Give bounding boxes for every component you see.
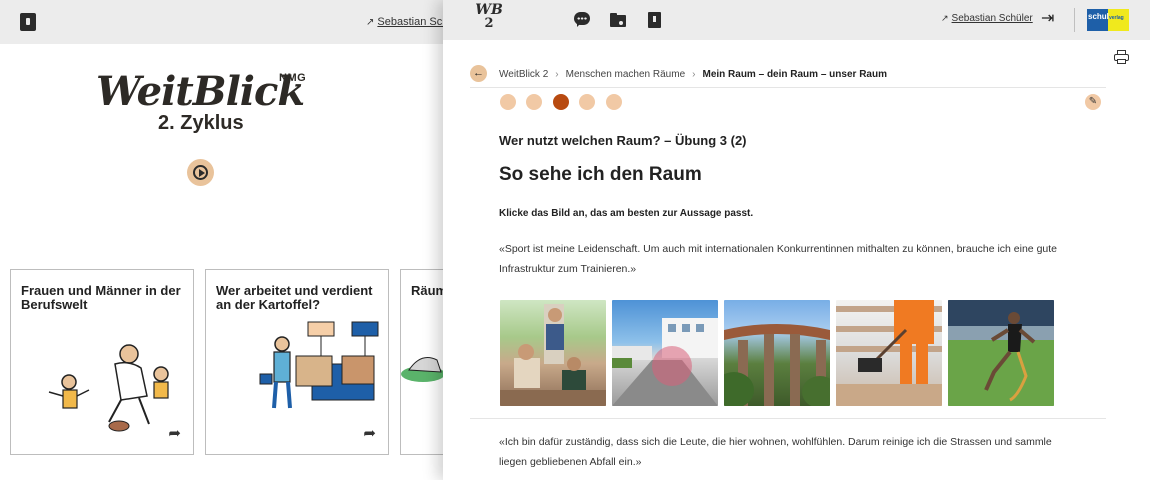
card-arrow-icon: ➦ <box>363 425 376 442</box>
weitblick-logo: WeitBlick NMG 2. Zyklus <box>96 68 356 134</box>
chevron-right-icon: › <box>555 69 559 80</box>
chevron-right-icon: › <box>692 69 696 80</box>
user-link[interactable]: ↗ Sebastian Schüler <box>941 13 1033 24</box>
chat-icon[interactable] <box>574 12 590 28</box>
back-button[interactable]: ← <box>470 65 487 82</box>
external-link-icon: ↗ <box>941 13 949 23</box>
photo-railway-viaduct[interactable] <box>724 300 830 406</box>
print-icon[interactable] <box>1114 50 1129 64</box>
step-dot-2[interactable] <box>526 94 542 110</box>
weitblick-2-logo[interactable]: WB 2 <box>469 3 509 30</box>
step-dot-4[interactable] <box>579 94 595 110</box>
exercise-panel: WB 2 ↗ Sebastian Schüler ⇥ schul verlag ←… <box>443 0 1150 480</box>
card-title: Wer arbeitet und verdient an der Kartoff… <box>216 283 373 312</box>
quote-text: «Ich bin dafür zuständig, dass sich die … <box>499 436 1052 468</box>
breadcrumb-item[interactable]: Menschen machen Räume <box>566 69 686 80</box>
quote-text: «Sport ist meine Leidenschaft. Um auch m… <box>499 243 1058 275</box>
divider <box>470 87 1106 88</box>
photo-family-stairs[interactable] <box>500 300 606 406</box>
step-dot-5[interactable] <box>606 94 622 110</box>
topbar-divider <box>1074 8 1075 32</box>
topic-card-kartoffel[interactable]: Wer arbeitet und verdient an der Kartoff… <box>205 269 389 455</box>
divider <box>470 418 1106 419</box>
folder-icon[interactable] <box>610 12 626 28</box>
topic-card-berufswelt[interactable]: Frauen und Männer in der Berufswelt ➦ <box>10 269 194 455</box>
card-arrow-icon: ➦ <box>168 425 181 442</box>
step-dot-3-active[interactable] <box>553 94 569 110</box>
exercise-subtitle: Wer nutzt welchen Raum? – Übung 3 (2) <box>499 133 747 148</box>
photo-para-athlete[interactable] <box>948 300 1054 406</box>
breadcrumb: WeitBlick 2 › Menschen machen Räume › Mein R… <box>499 69 887 80</box>
panel-topbar: WB 2 ↗ Sebastian Schüler ⇥ schul verlag <box>443 0 1150 40</box>
card-illustration <box>48 344 169 432</box>
breadcrumb-current: Mein Raum – dein Raum – unser Raum <box>702 69 887 80</box>
external-link-icon: ↗ <box>366 17 375 28</box>
play-video-button[interactable] <box>187 159 214 186</box>
tools-icon[interactable]: ✎ <box>1085 94 1101 110</box>
schulverlag-logo[interactable]: schul verlag <box>1087 9 1129 31</box>
step-dot-1[interactable] <box>500 94 516 110</box>
exercise-title: So sehe ich den Raum <box>499 164 702 185</box>
book-icon[interactable] <box>647 12 663 28</box>
photo-residential-street[interactable] <box>612 300 718 406</box>
logo-superscript: NMG <box>279 72 307 84</box>
background-user-link[interactable]: ↗ Sebastian Schü <box>366 16 454 28</box>
logo-text: WeitBlick <box>96 68 305 115</box>
logo-subtitle: 2. Zyklus <box>158 112 244 134</box>
breadcrumb-item[interactable]: WeitBlick 2 <box>499 69 548 80</box>
book-icon[interactable] <box>20 13 36 31</box>
card-title: Frauen und Männer in der Berufswelt <box>21 283 181 312</box>
exercise-instruction: Klicke das Bild an, das am besten zur Au… <box>499 208 754 219</box>
photo-snow-shoveling[interactable] <box>836 300 942 406</box>
logout-icon[interactable]: ⇥ <box>1041 10 1059 28</box>
